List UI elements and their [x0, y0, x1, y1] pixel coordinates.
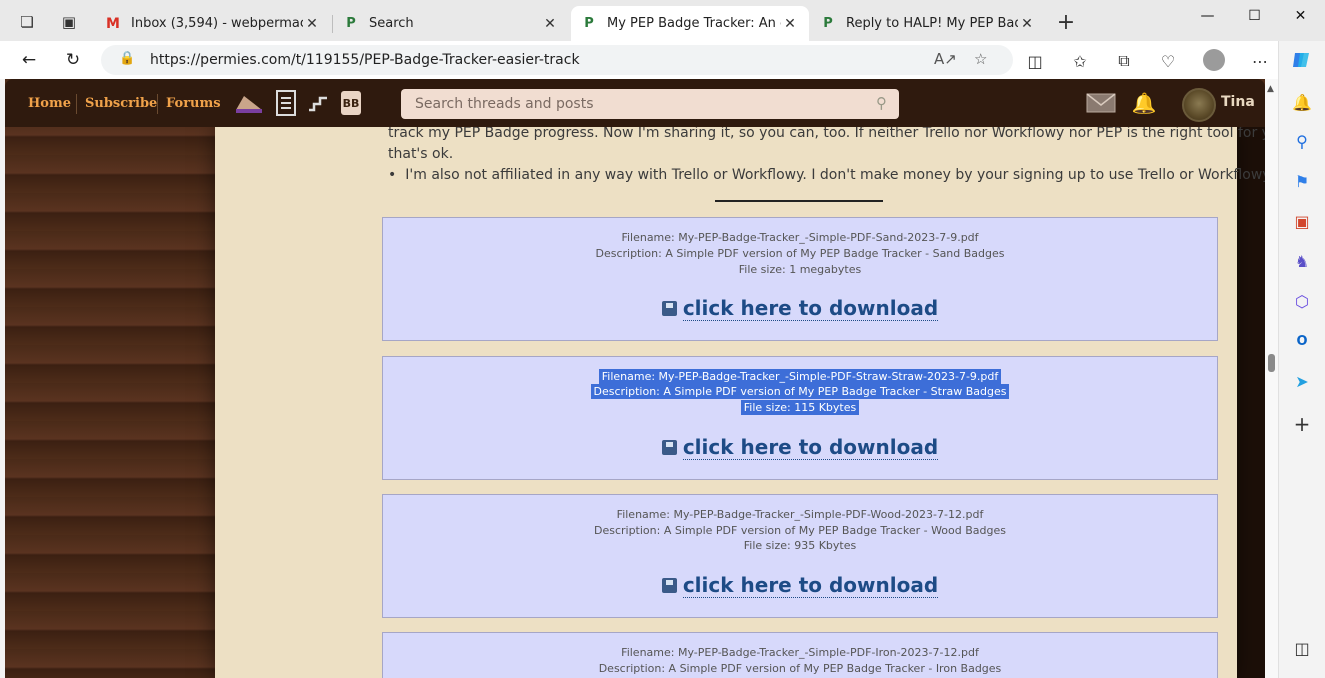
search-box[interactable]: Search threads and posts ⚲ — [401, 89, 899, 119]
bullet-text: I'm also not affiliated in any way with … — [405, 167, 1265, 183]
tab-reply-halp[interactable]: P Reply to HALP! My PEP Badge Tr ✕ — [810, 6, 1046, 41]
floppy-disk-icon — [661, 440, 677, 455]
download-link[interactable]: click here to download — [682, 435, 939, 460]
search-icon[interactable]: ⚲ — [876, 94, 887, 112]
download-row: click here to download — [383, 435, 1217, 460]
post-content: track my PEP Badge progress. Now I'm sha… — [215, 125, 1265, 678]
address-bar[interactable]: 🔒 https://permies.com/t/119155/PEP-Badge… — [101, 45, 1013, 75]
attachment-description: Description: A Simple PDF version of My … — [598, 662, 1002, 675]
copilot-icon[interactable] — [1291, 49, 1313, 71]
nav-forums[interactable]: Forums — [166, 96, 221, 111]
user-avatar[interactable] — [1182, 88, 1216, 122]
download-link[interactable]: click here to download — [682, 296, 939, 321]
attachment-size: File size: 115 Kbytes — [383, 400, 1217, 415]
bb-icon[interactable]: BB — [341, 91, 361, 115]
attachment-box: Filename: My-PEP-Badge-Tracker_-Simple-P… — [382, 494, 1218, 618]
refresh-button[interactable]: ↻ — [58, 46, 88, 74]
maximize-button[interactable]: ☐ — [1232, 0, 1277, 32]
more-menu-icon[interactable]: ⋯ — [1248, 50, 1272, 72]
back-button[interactable]: ← — [14, 46, 44, 74]
tab-actions-icon[interactable]: ▣ — [55, 8, 83, 36]
bell-icon[interactable]: 🔔 — [1132, 90, 1157, 116]
add-sidebar-app-icon[interactable]: + — [1291, 412, 1313, 436]
post-bullet: • I'm also not affiliated in any way with… — [388, 167, 1265, 183]
document-icon[interactable] — [275, 90, 297, 116]
gmail-icon: M — [106, 15, 120, 32]
outlook-icon[interactable]: O — [1291, 330, 1313, 352]
tab-title: Inbox (3,594) - webpermaculture — [131, 16, 303, 31]
tab-pep-tracker[interactable]: P My PEP Badge Tracker: An easier ✕ — [571, 6, 809, 41]
divider — [715, 200, 883, 202]
lock-icon[interactable]: 🔒 — [119, 51, 135, 66]
attachment-size: File size: 935 Kbytes — [743, 539, 857, 552]
attachment-filename: Filename: My-PEP-Badge-Tracker_-Simple-P… — [616, 508, 984, 521]
mail-icon[interactable] — [1085, 90, 1117, 116]
nav-subscribe[interactable]: Subscribe — [85, 96, 157, 111]
search-icon[interactable]: ⚲ — [1291, 130, 1313, 152]
edge-sidebar: 🔔 ⚲ ⚑ ▣ ♞ ⬡ O ➤ + ◫ — [1278, 41, 1325, 678]
read-aloud-icon[interactable]: A↗ — [934, 50, 957, 68]
collections-icon[interactable]: ⧉ — [1112, 50, 1136, 72]
profile-avatar[interactable] — [1203, 49, 1225, 71]
tab-title: My PEP Badge Tracker: An easier — [607, 16, 781, 31]
navigation-bar: ← ↻ 🔒 https://permies.com/t/119155/PEP-B… — [0, 41, 1325, 79]
web-page: track my PEP Badge progress. Now I'm sha… — [5, 79, 1265, 678]
games-icon[interactable]: ♞ — [1291, 250, 1313, 272]
tab-search[interactable]: P Search ✕ — [333, 6, 569, 41]
url-text[interactable]: https://permies.com/t/119155/PEP-Badge-T… — [150, 52, 580, 68]
microsoft365-icon[interactable]: ⬡ — [1291, 290, 1313, 312]
attachment-box: Filename: My-PEP-Badge-Tracker_-Simple-P… — [382, 356, 1218, 480]
download-link[interactable]: click here to download — [682, 573, 939, 598]
attachment-description: Description: A Simple PDF version of My … — [383, 384, 1217, 399]
attachment-box: Filename: My-PEP-Badge-Tracker_-Simple-P… — [382, 217, 1218, 341]
search-input[interactable]: Search threads and posts — [415, 96, 594, 112]
attachment-filename: Filename: My-PEP-Badge-Tracker_-Simple-P… — [621, 231, 979, 244]
favorites-icon[interactable]: ✩ — [1068, 50, 1092, 72]
attachment-size: File size: 1 megabytes — [738, 263, 862, 276]
minimize-button[interactable]: — — [1185, 0, 1230, 32]
permies-icon: P — [823, 16, 833, 31]
split-screen-icon[interactable]: ◫ — [1023, 50, 1047, 72]
scrollbar-thumb[interactable] — [1268, 354, 1275, 372]
shopping-tag-icon[interactable]: ⚑ — [1291, 170, 1313, 192]
post-text-line: track my PEP Badge progress. Now I'm sha… — [388, 125, 1265, 141]
floppy-disk-icon — [661, 578, 677, 593]
floppy-disk-icon — [661, 301, 677, 316]
permies-icon: P — [346, 16, 356, 31]
browser-essentials-icon[interactable]: ♡ — [1156, 50, 1180, 72]
pie-icon[interactable] — [234, 90, 264, 116]
attachment-filename: Filename: My-PEP-Badge-Tracker_-Simple-P… — [383, 369, 1217, 384]
tab-gmail[interactable]: M Inbox (3,594) - webpermaculture ✕ — [95, 6, 331, 41]
page-scrollbar[interactable]: ▲ — [1265, 79, 1278, 678]
site-header: Home Subscribe Forums BB Search threads … — [5, 79, 1265, 127]
download-row: click here to download — [383, 296, 1217, 321]
tab-title: Reply to HALP! My PEP Badge Tr — [846, 16, 1018, 31]
favorite-star-icon[interactable]: ☆ — [974, 50, 987, 68]
scroll-up-icon[interactable]: ▲ — [1267, 84, 1274, 94]
stairs-icon[interactable] — [307, 90, 329, 116]
close-icon[interactable]: ✕ — [1018, 16, 1036, 32]
tools-icon[interactable]: ▣ — [1291, 210, 1313, 232]
nav-home[interactable]: Home — [28, 96, 71, 111]
post-text-line: that's ok. — [388, 146, 454, 162]
tab-strip: ❏ ▣ M Inbox (3,594) - webpermaculture ✕ … — [0, 0, 1325, 41]
close-icon[interactable]: ✕ — [781, 16, 799, 32]
permies-icon: P — [584, 16, 594, 31]
user-name[interactable]: Tina — [1221, 94, 1255, 110]
tab-title: Search — [369, 16, 414, 31]
attachment-description: Description: A Simple PDF version of My … — [595, 247, 1005, 260]
close-window-button[interactable]: ✕ — [1278, 0, 1323, 32]
close-icon[interactable]: ✕ — [541, 16, 559, 32]
attachment-filename: Filename: My-PEP-Badge-Tracker_-Simple-P… — [621, 646, 979, 659]
sidebar-toggle-icon[interactable]: ◫ — [1291, 637, 1313, 659]
workspaces-icon[interactable]: ❏ — [13, 8, 41, 36]
attachment-description: Description: A Simple PDF version of My … — [593, 524, 1007, 537]
notifications-icon[interactable]: 🔔 — [1291, 91, 1313, 113]
close-icon[interactable]: ✕ — [303, 16, 321, 32]
download-row: click here to download — [383, 573, 1217, 598]
attachment-box: Filename: My-PEP-Badge-Tracker_-Simple-P… — [382, 632, 1218, 678]
new-tab-button[interactable]: + — [1052, 8, 1080, 36]
send-icon[interactable]: ➤ — [1291, 370, 1313, 392]
